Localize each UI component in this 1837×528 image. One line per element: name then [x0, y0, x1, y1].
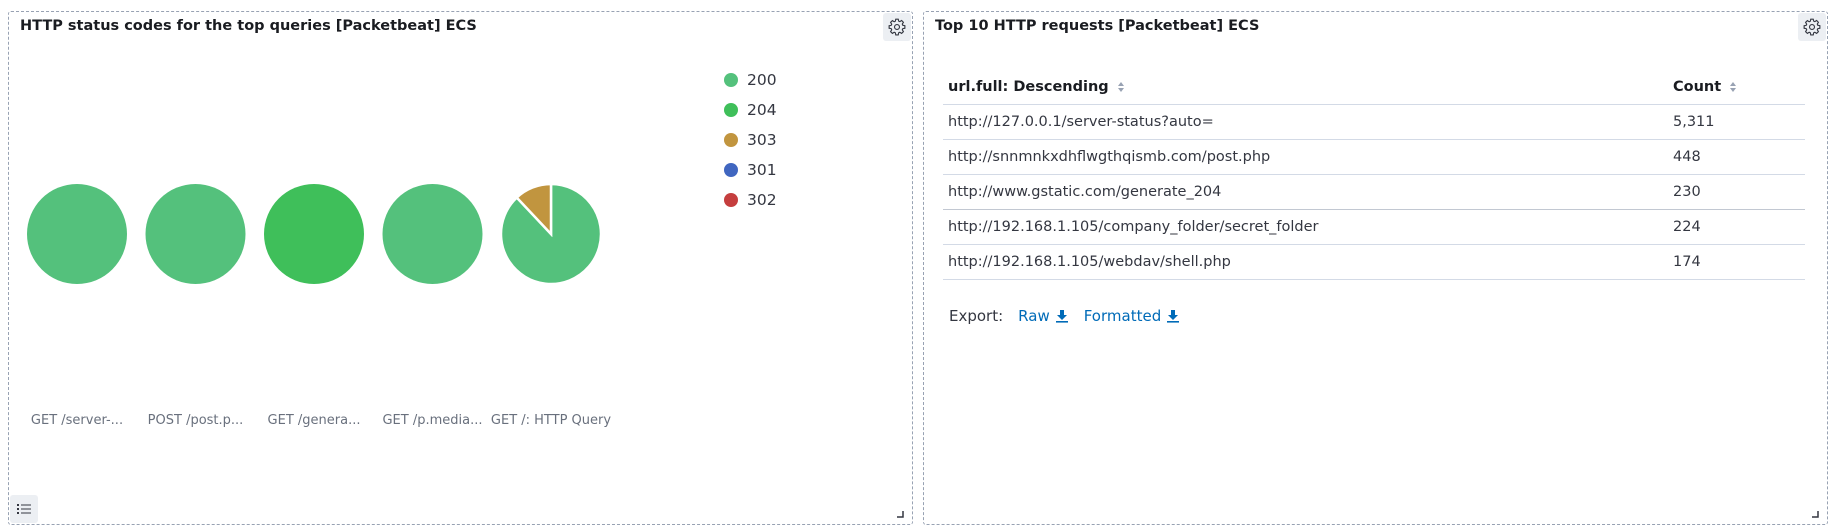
cell-url: http://192.168.1.105/company_folder/secr… — [943, 209, 1668, 245]
sort-icon[interactable] — [1117, 81, 1125, 93]
cell-url: http://snnmnkxdhflwgthqismb.com/post.php — [943, 139, 1668, 175]
legend-swatch — [724, 193, 738, 207]
pie — [499, 182, 603, 286]
legend-swatch — [724, 133, 738, 147]
legend-label: 302 — [747, 191, 777, 209]
legend-swatch — [724, 73, 738, 87]
pie-label: GET /genera... — [268, 413, 361, 428]
cell-count: 224 — [1668, 209, 1805, 245]
pie-label: GET /: HTTP Query — [491, 413, 611, 428]
cell-count: 5,311 — [1668, 104, 1805, 140]
legend-label: 301 — [747, 161, 777, 179]
legend-item-302[interactable]: 302 — [724, 185, 777, 215]
pie-slice[interactable] — [145, 184, 246, 284]
column-header-url[interactable]: url.full: Descending — [943, 70, 1668, 105]
resize-handle-icon[interactable] — [1811, 510, 1819, 518]
legend-toggle-button[interactable] — [10, 495, 38, 523]
pie — [145, 184, 246, 284]
pie — [27, 184, 127, 284]
download-icon — [1055, 310, 1068, 323]
cell-url: http://127.0.0.1/server-status?auto= — [943, 104, 1668, 140]
pie-chart: GET /server-... POST /post.p... GET /gener… — [27, 182, 611, 428]
cell-url: http://192.168.1.105/webdav/shell.php — [943, 244, 1668, 280]
column-header-count[interactable]: Count — [1668, 70, 1805, 105]
panel-title: Top 10 HTTP requests [Packetbeat] ECS — [935, 18, 1260, 34]
legend-item-200[interactable]: 200 — [724, 65, 777, 95]
table-row: http://192.168.1.105/company_folder/secr… — [943, 209, 1805, 245]
legend-label: 303 — [747, 131, 777, 149]
legend-item-204[interactable]: 204 — [724, 95, 777, 125]
legend-label: 200 — [747, 71, 777, 89]
pie — [382, 184, 483, 284]
export-formatted-link[interactable]: Formatted — [1084, 307, 1181, 325]
resize-handle-icon[interactable] — [896, 510, 904, 518]
sort-icon[interactable] — [1729, 81, 1737, 93]
cell-count: 448 — [1668, 139, 1805, 175]
legend-item-303[interactable]: 303 — [724, 125, 777, 155]
pie-slice[interactable] — [382, 184, 483, 284]
legend-item-301[interactable]: 301 — [724, 155, 777, 185]
panel-options-button[interactable] — [1798, 13, 1826, 41]
cell-url: http://www.gstatic.com/generate_204 — [943, 174, 1668, 210]
table-row: http://snnmnkxdhflwgthqismb.com/post.php… — [943, 139, 1805, 175]
cell-count: 230 — [1668, 174, 1805, 210]
chart-legend: 200 204 303 301 302 — [724, 65, 777, 215]
pie-label: POST /post.p... — [148, 413, 244, 428]
table-row: http://127.0.0.1/server-status?auto= 5,3… — [943, 104, 1805, 140]
export-raw-label: Raw — [1018, 307, 1050, 325]
export-label: Export: — [949, 307, 1004, 325]
gear-icon — [1803, 18, 1821, 36]
pie-slice[interactable] — [264, 184, 364, 284]
table-header-row: url.full: Descending Count — [943, 70, 1805, 105]
list-icon — [17, 504, 31, 514]
data-table: url.full: Descending Count http://127.0.… — [943, 70, 1805, 280]
legend-swatch — [724, 103, 738, 117]
visualization-panel-status-codes: HTTP status codes for the top queries [P… — [8, 11, 913, 525]
pie — [264, 184, 364, 284]
column-header-label: url.full: Descending — [948, 79, 1109, 95]
export-bar: Export: Raw Formatted — [949, 307, 1180, 325]
pie-label: GET /server-... — [31, 413, 123, 428]
pie-slice[interactable] — [27, 184, 127, 284]
table-row: http://192.168.1.105/webdav/shell.php 17… — [943, 244, 1805, 280]
export-formatted-label: Formatted — [1083, 307, 1162, 325]
visualization-panel-top-requests: Top 10 HTTP requests [Packetbeat] ECS ur… — [923, 11, 1828, 525]
export-raw-link[interactable]: Raw — [1018, 307, 1069, 325]
table-row: http://www.gstatic.com/generate_204 230 — [943, 174, 1805, 210]
legend-swatch — [724, 163, 738, 177]
legend-label: 204 — [747, 101, 777, 119]
column-header-label: Count — [1673, 79, 1722, 95]
pie-label: GET /p.media... — [382, 413, 482, 428]
download-icon — [1167, 310, 1180, 323]
cell-count: 174 — [1668, 244, 1805, 280]
